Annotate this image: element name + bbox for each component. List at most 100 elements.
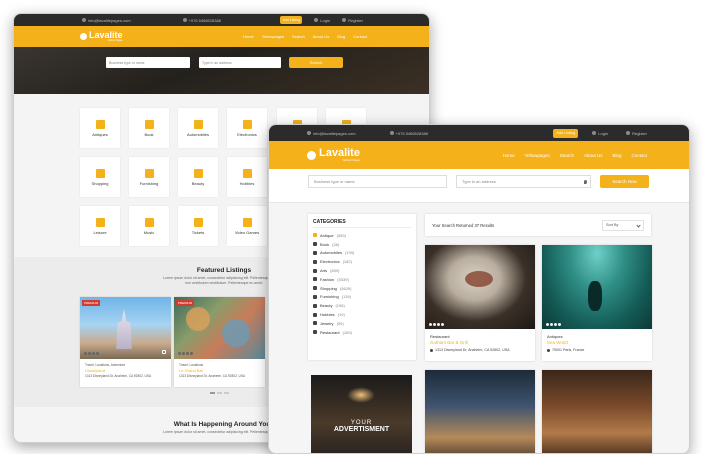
map-marker-icon [430,349,433,352]
category-tile-video-games[interactable]: Video Games [227,206,267,246]
location-pin-icon[interactable] [584,180,587,184]
result-name[interactable]: Sea World [547,340,568,345]
back-navbar: Lavalite Yellow Pages Home Yellowpages S… [14,26,429,47]
front-business-input[interactable]: Business type or name [308,175,447,188]
antiques-icon [95,119,105,129]
back-phone: +976 5466528388 [182,18,221,23]
front-nav-about[interactable]: About Us [584,153,603,158]
front-navbar: Lavalite Yellow Pages Home Yellowpages S… [269,141,689,169]
leisure-icon [95,217,105,227]
sidebar-item-beauty[interactable]: Beauty (156) [313,301,411,310]
sidebar-item-automobiles[interactable]: Automobiles (109) [313,249,411,258]
music-icon [144,217,154,227]
back-nav-home[interactable]: Home [243,34,254,39]
back-nav-blog[interactable]: Blog [337,34,345,39]
back-business-input[interactable]: Business type or name [106,57,190,68]
result-card-gotham[interactable]: Restaurant Gotham Bar & Grill 1313 Disne… [425,245,535,361]
front-nav-blog[interactable]: Blog [612,153,621,158]
back-nav-yellowpages[interactable]: Yellowpages [262,34,284,39]
food-shape [465,271,493,287]
back-nav-about[interactable]: About Us [313,34,329,39]
back-email[interactable]: info@lavalitepages.com [82,18,131,23]
front-register-link[interactable]: Register [626,131,647,136]
sidebar-item-shopping[interactable]: Shopping (5629) [313,284,411,293]
sidebar-item-electronics[interactable]: Electronics (182) [313,257,411,266]
front-nav-yellowpages[interactable]: Yellowpages [525,153,550,158]
sidebar-item-hobbies[interactable]: Hobbies (19) [313,310,411,319]
front-logo[interactable]: Lavalite Yellow Pages [307,148,360,162]
category-tile-book[interactable]: Book [129,108,169,148]
sidebar-item-fashion[interactable]: Fashion (5339) [313,275,411,284]
restaurant-icon [313,330,317,335]
listing-name[interactable]: Le Grand Bar [179,368,203,373]
sidebar-item-book[interactable]: Book (28) [313,240,411,249]
category-tile-automobiles[interactable]: Automobiles [178,108,218,148]
results-summary: Your Search Returned 37 Results [432,222,495,228]
result-address: 75001 Paris, France [547,348,584,352]
back-search-button[interactable]: Search [289,57,343,68]
front-topbar: info@lavalitepages.com +976 5466528388 A… [269,125,689,141]
sidebar-item-antique[interactable]: Antique (559) [313,231,411,240]
front-nav-contact[interactable]: Contact [631,153,647,158]
featured-card-le-grand-bar[interactable]: PREMIUM Travel, Locations Le Grand Bar 1… [174,297,265,387]
eye-icon [313,303,317,308]
umbrella-shape [186,307,210,331]
category-tile-music[interactable]: Music [129,206,169,246]
phone-icon [182,18,187,22]
advertisement-banner[interactable]: YOUR ADVERTISMENT [311,375,412,453]
antique-icon [313,233,317,238]
category-tile-beauty[interactable]: Beauty [178,157,218,197]
back-login-link[interactable]: Login [314,18,330,23]
front-phone: +976 5466528388 [389,131,428,136]
umbrella-shape [222,319,250,347]
back-logo[interactable]: Lavalite Yellow Pages [80,30,123,43]
front-nav-home[interactable]: Home [503,153,515,158]
favorite-icon[interactable] [162,350,166,354]
sidebar-item-jewelry[interactable]: Jewelry (59) [313,319,411,328]
category-tile-shopping[interactable]: Shopping [80,157,120,197]
result-name[interactable]: Gotham Bar & Grill [430,340,468,345]
sidebar-item-restaurant[interactable]: Restaurant (169) [313,328,411,337]
listing-name[interactable]: Disneyland [85,368,105,373]
sort-by-dropdown[interactable]: Sort By [602,219,644,231]
back-address-input[interactable]: Type in an address [199,57,281,68]
rating-stars [84,352,99,355]
front-nav-search[interactable]: Search [560,153,574,158]
back-topbar: info@lavalitepages.com +976 5466528388 A… [14,14,429,26]
front-search-button[interactable]: Search Now [600,175,649,188]
result-card-3[interactable] [425,370,535,453]
front-address-input[interactable]: Type in an address [456,175,591,188]
category-tile-electronics[interactable]: Electronics [227,108,267,148]
sidebar-item-furnishing[interactable]: Furnishing (139) [313,293,411,302]
gotham-food-photo [425,245,535,329]
sidebar-item-arts[interactable]: Arts (839) [313,266,411,275]
front-email[interactable]: info@lavalitepages.com [307,131,356,136]
electronics-icon [313,259,317,264]
carousel-dots[interactable] [210,392,229,394]
front-search-bar: Business type or name Type in an address… [269,169,689,203]
result-card-4[interactable] [542,370,652,453]
ticket-icon [193,217,203,227]
sidebar-title: CATEGORIES [313,219,346,225]
featured-card-disneyland[interactable]: PREMIUM Travel, Locations, Adventure Dis… [80,297,171,387]
front-add-listing-button[interactable]: Add Listing [553,128,579,138]
back-add-listing-button[interactable]: Add Listing [280,16,303,24]
brush-icon [313,268,317,273]
shopping-icon [313,286,317,291]
restaurant-interior-photo [542,370,652,453]
front-login-link[interactable]: Login [592,131,608,136]
category-tile-leisure[interactable]: Leisure [80,206,120,246]
result-category: Antiques [547,334,563,339]
mail-icon [82,18,86,22]
map-marker-icon [547,349,550,352]
back-nav-search[interactable]: Search [292,34,305,39]
back-nav-contact[interactable]: Contact [353,34,367,39]
category-tile-antiques[interactable]: Antiques [80,108,120,148]
category-tile-hobbies[interactable]: Hobbies [227,157,267,197]
back-register-link[interactable]: Register [342,18,363,23]
category-tile-furnishing[interactable]: Furnishing [129,157,169,197]
result-card-sea-world[interactable]: Antiques Sea World 75001 Paris, France [542,245,652,361]
category-tile-tickets[interactable]: Tickets [178,206,218,246]
disneyland-photo [80,297,171,359]
listing-address: 1313 Disneyland Dr, Anaheim, CA 92802, U… [85,374,152,378]
